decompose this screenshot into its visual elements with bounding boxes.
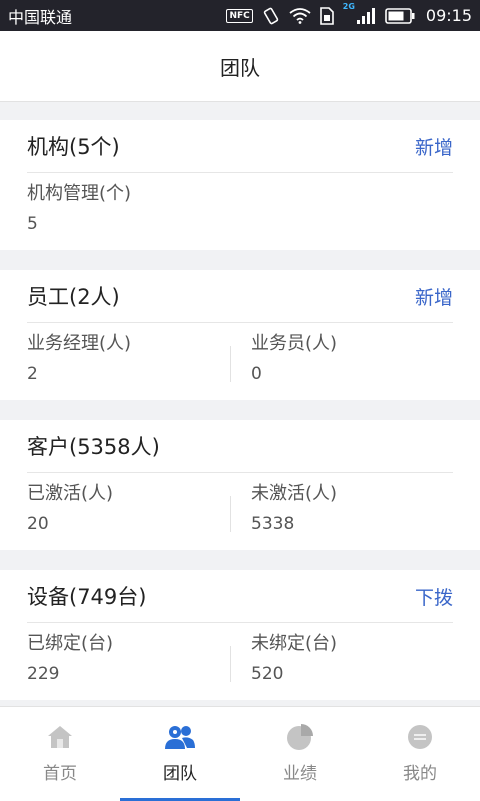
battery-icon [385,7,415,24]
nav-item-performance[interactable]: 业绩 [240,707,360,801]
nav-item-home[interactable]: 首页 [0,707,120,801]
stat-organization-count[interactable]: 机构管理(个) 5 [27,180,131,238]
stat-divider [230,346,231,382]
stat-divider [230,646,231,682]
nav-label: 首页 [43,764,77,784]
stat-label: 机构管理(个) [27,183,132,204]
stat-value: 5 [27,214,38,234]
wifi-icon [289,7,311,24]
stat-business-manager[interactable]: 业务经理(人) 2 [27,330,131,388]
section-header: 员工(2人) 新增 [27,270,453,323]
stat-label: 业务经理(人) [27,333,132,354]
page-title: 团队 [220,55,260,80]
section-title: 员工(2人) [27,285,120,309]
status-icons: NFC 2G 09:15 [226,2,472,25]
stat-label: 已激活(人) [27,483,114,504]
nav-label: 团队 [163,764,197,784]
stat-unbound[interactable]: 未绑定(台) 520 [251,630,337,688]
stat-label: 业务员(人) [251,333,338,354]
team-icon [164,721,196,753]
pie-chart-icon [286,721,314,753]
clock: 09:15 [425,6,472,25]
status-bar: 中国联通 NFC 2G 09:15 [0,0,480,31]
section-organization: 机构(5个) 新增 机构管理(个) 5 [0,120,480,250]
stat-label: 未激活(人) [251,483,338,504]
nav-label: 业绩 [283,764,317,784]
stat-label: 未绑定(台) [251,633,338,654]
bottom-navigation: 首页 团队 业绩 我的 [0,706,480,801]
section-header: 客户(5358人) [27,420,453,473]
signal-icon [356,7,376,25]
stat-value: 20 [27,514,49,534]
section-header: 机构(5个) 新增 [27,120,453,173]
nfc-icon: NFC [226,8,253,23]
network-type: 2G [342,2,355,11]
stat-divider [230,496,231,532]
sim-icon [319,6,334,25]
section-title: 客户(5358人) [27,435,160,459]
stat-label: 已绑定(台) [27,633,114,654]
section-title: 设备(749台) [27,585,147,609]
section-title: 机构(5个) [27,135,120,159]
carrier-name: 中国联通 [8,7,73,27]
nav-item-profile[interactable]: 我的 [360,707,480,801]
add-organization-button[interactable]: 新增 [415,133,453,160]
stat-not-activated[interactable]: 未激活(人) 5338 [251,480,337,538]
nav-item-team[interactable]: 团队 [120,707,240,801]
add-staff-button[interactable]: 新增 [415,283,453,310]
stat-activated[interactable]: 已激活(人) 20 [27,480,113,538]
vibrate-icon [262,7,280,25]
stat-value: 520 [251,664,284,684]
home-icon [46,721,74,753]
stat-value: 229 [27,664,60,684]
stat-bound[interactable]: 已绑定(台) 229 [27,630,113,688]
stat-value: 2 [27,364,38,384]
title-bar: 团队 [0,31,480,102]
section-staff: 员工(2人) 新增 业务经理(人) 2 业务员(人) 0 [0,270,480,400]
stat-value: 0 [251,364,262,384]
section-devices: 设备(749台) 下拨 已绑定(台) 229 未绑定(台) 520 [0,570,480,700]
section-header: 设备(749台) 下拨 [27,570,453,623]
section-customers: 客户(5358人) 已激活(人) 20 未激活(人) 5338 [0,420,480,550]
stat-salesperson[interactable]: 业务员(人) 0 [251,330,337,388]
profile-icon [406,721,434,753]
stat-value: 5338 [251,514,295,534]
allocate-device-button[interactable]: 下拨 [415,583,453,610]
nav-label: 我的 [403,764,437,784]
